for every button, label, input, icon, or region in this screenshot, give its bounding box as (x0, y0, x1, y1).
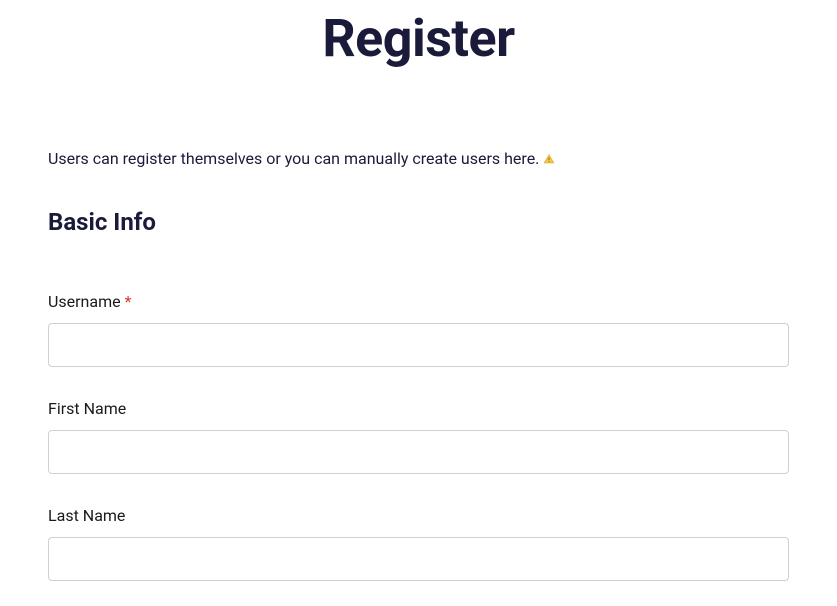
last-name-input[interactable] (48, 537, 789, 581)
username-label: Username * (48, 292, 789, 311)
username-label-text: Username (48, 292, 125, 311)
last-name-label: Last Name (48, 506, 789, 525)
section-heading-basic-info: Basic Info (48, 208, 789, 236)
first-name-input[interactable] (48, 430, 789, 474)
first-name-label: First Name (48, 399, 789, 418)
form-group-username: Username * (48, 292, 789, 367)
form-group-last-name: Last Name (48, 506, 789, 581)
intro-copy: Users can register themselves or you can… (48, 149, 539, 168)
page-title: Register (48, 8, 789, 69)
username-input[interactable] (48, 323, 789, 367)
form-group-first-name: First Name (48, 399, 789, 474)
required-asterisk: * (125, 292, 132, 311)
warning-icon (543, 153, 555, 165)
intro-text: Users can register themselves or you can… (48, 149, 789, 168)
